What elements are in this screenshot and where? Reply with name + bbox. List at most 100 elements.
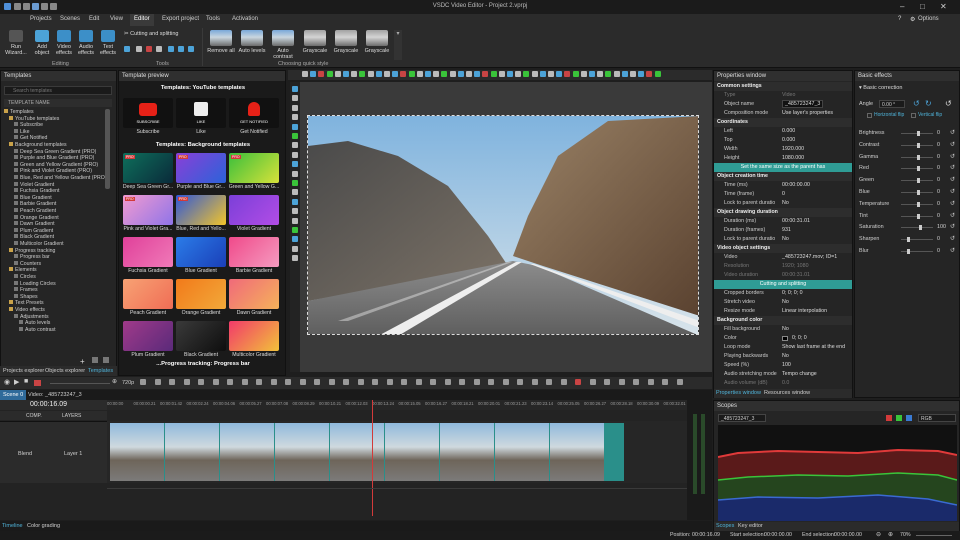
tree-item[interactable]: Circles bbox=[14, 274, 36, 280]
menu-projects[interactable]: Projects bbox=[30, 16, 52, 22]
player-tool-icon[interactable] bbox=[328, 379, 335, 385]
player-tool-icon[interactable] bbox=[241, 379, 248, 385]
tree-item[interactable]: Blue, Red and Yellow Gradient (PRO) bbox=[14, 175, 107, 181]
property-row[interactable]: Cutting and splitting bbox=[714, 280, 852, 289]
red-channel-toggle[interactable] bbox=[886, 415, 892, 421]
preview-tool-icon[interactable] bbox=[474, 71, 481, 77]
tab-properties-window[interactable]: Properties window bbox=[716, 390, 761, 396]
timeline-ruler[interactable]: 00:00:00 00:00:00.21 00:00:01.42 00:00:02.2… bbox=[107, 400, 687, 410]
background-template[interactable] bbox=[229, 279, 279, 309]
help-icon[interactable]: ? bbox=[898, 16, 901, 22]
slider-knob[interactable] bbox=[917, 190, 920, 195]
horizontal-flip-checkbox[interactable] bbox=[867, 113, 872, 118]
object-tool-icon[interactable] bbox=[292, 227, 298, 233]
zoom-out-icon[interactable]: ⊖ bbox=[876, 531, 881, 538]
reset-icon[interactable]: ↺ bbox=[950, 129, 955, 136]
reset-angle-icon[interactable]: ↺ bbox=[945, 99, 952, 108]
quick-style-auto-contrast[interactable] bbox=[272, 30, 294, 46]
preview-tool-icon[interactable] bbox=[621, 71, 628, 77]
quick-style-scroll[interactable]: ▾ bbox=[394, 30, 402, 60]
object-tool-icon[interactable] bbox=[292, 236, 298, 243]
preview-tool-icon[interactable] bbox=[351, 71, 358, 77]
player-tool-icon[interactable] bbox=[430, 379, 436, 385]
property-row[interactable]: Object name _485723247_3 bbox=[714, 100, 852, 109]
tree-item[interactable]: Adjustments bbox=[14, 313, 49, 320]
player-tool-icon[interactable] bbox=[285, 379, 291, 385]
tree-item[interactable]: Orange Gradient bbox=[14, 214, 59, 221]
object-tool-icon[interactable] bbox=[292, 114, 298, 121]
slider-knob[interactable] bbox=[917, 201, 920, 207]
refresh-icon[interactable] bbox=[103, 357, 109, 363]
player-tool-icon[interactable] bbox=[256, 379, 262, 385]
property-row[interactable]: Duration (frames) 931 bbox=[714, 226, 852, 235]
player-tool-icon[interactable] bbox=[372, 379, 378, 385]
reset-icon[interactable]: ↺ bbox=[950, 153, 955, 160]
preview-tool-icon[interactable] bbox=[318, 71, 325, 77]
object-tool-icon[interactable] bbox=[292, 161, 298, 168]
property-row[interactable]: Height 1080.000 bbox=[714, 154, 852, 163]
tree-item[interactable]: Auto levels bbox=[19, 320, 50, 326]
player-tool-icon[interactable] bbox=[560, 379, 567, 385]
preview-tool-icon[interactable] bbox=[531, 71, 538, 77]
player-tool-icon[interactable] bbox=[415, 379, 422, 385]
menu-activation[interactable]: Activation bbox=[232, 16, 258, 22]
preview-tool-icon[interactable] bbox=[416, 71, 423, 77]
preview-tool-icon[interactable] bbox=[589, 71, 595, 77]
stop-icon[interactable]: ◉ bbox=[4, 378, 10, 386]
tree-item[interactable]: Fuchsia Gradient bbox=[14, 188, 60, 194]
seek-slider[interactable] bbox=[50, 383, 110, 384]
slider-knob[interactable] bbox=[917, 142, 920, 148]
tree-item[interactable]: Dawn Gradient bbox=[14, 221, 55, 227]
player-tool-icon[interactable] bbox=[270, 379, 277, 385]
play-icon[interactable]: ▶ bbox=[14, 378, 19, 386]
player-tool-icon[interactable] bbox=[502, 379, 509, 385]
background-template[interactable] bbox=[123, 321, 173, 351]
property-row[interactable]: Set the same size as the parent has bbox=[714, 163, 852, 172]
property-row[interactable]: Width 1920.000 bbox=[714, 145, 852, 154]
slider-knob[interactable] bbox=[917, 213, 920, 219]
property-row[interactable]: Speed (%) 100 bbox=[714, 361, 852, 370]
tab-scene-0[interactable]: Scene 0 bbox=[0, 390, 27, 400]
tree-item[interactable]: Loading Circles bbox=[14, 280, 56, 287]
preview-tool-icon[interactable] bbox=[457, 71, 464, 77]
player-tool-icon[interactable] bbox=[386, 379, 393, 385]
effect-slider[interactable] bbox=[901, 239, 933, 241]
tree-item[interactable]: Peach Gradient bbox=[14, 208, 56, 214]
slider-knob[interactable] bbox=[907, 237, 911, 243]
tab-templates[interactable]: Templates bbox=[88, 368, 113, 374]
tab-timeline[interactable]: Timeline bbox=[2, 523, 23, 529]
player-tool-icon[interactable] bbox=[314, 379, 320, 385]
property-row[interactable]: Fill background No bbox=[714, 325, 852, 334]
flip-icon[interactable] bbox=[188, 46, 194, 52]
menu-scenes[interactable]: Scenes bbox=[60, 16, 80, 22]
tab-resources-window[interactable]: Resources window bbox=[764, 390, 810, 396]
tree-item[interactable]: Elements bbox=[9, 267, 37, 273]
property-row[interactable]: Stretch video No bbox=[714, 298, 852, 307]
background-template[interactable] bbox=[176, 321, 226, 351]
background-template[interactable]: PRO bbox=[176, 195, 226, 225]
tab-video-clip[interactable]: Video: _485723247_3 bbox=[28, 392, 82, 398]
preview-tool-icon[interactable] bbox=[597, 71, 604, 77]
object-tool-icon[interactable] bbox=[292, 198, 298, 205]
object-tool-icon[interactable] bbox=[292, 123, 298, 130]
minimize-icon[interactable]: – bbox=[900, 2, 904, 11]
tree-item[interactable]: Templates bbox=[4, 109, 34, 115]
background-template[interactable] bbox=[123, 279, 173, 309]
quick-style-grayscale-2[interactable] bbox=[335, 30, 357, 46]
reset-icon[interactable]: ↺ bbox=[950, 141, 955, 148]
tree-item[interactable]: Video effects bbox=[9, 307, 45, 313]
tab-projects-explorer[interactable]: Projects explorer bbox=[3, 368, 44, 374]
blue-channel-toggle[interactable] bbox=[906, 415, 912, 421]
preview-tool-icon[interactable] bbox=[400, 71, 407, 77]
preview-tool-icon[interactable] bbox=[425, 71, 431, 77]
maximize-icon[interactable]: □ bbox=[920, 2, 925, 11]
preview-tool-icon[interactable] bbox=[359, 71, 366, 77]
preview-tool-icon[interactable] bbox=[482, 71, 489, 77]
options-button[interactable]: Options bbox=[918, 16, 939, 22]
preview-tool-icon[interactable] bbox=[367, 71, 374, 77]
property-row[interactable]: Playing backwards No bbox=[714, 352, 852, 361]
object-tool-icon[interactable] bbox=[292, 180, 298, 186]
tree-item[interactable]: Plum Gradient bbox=[14, 227, 53, 234]
object-tool-icon[interactable] bbox=[292, 245, 298, 252]
player-tool-icon[interactable] bbox=[154, 379, 161, 385]
